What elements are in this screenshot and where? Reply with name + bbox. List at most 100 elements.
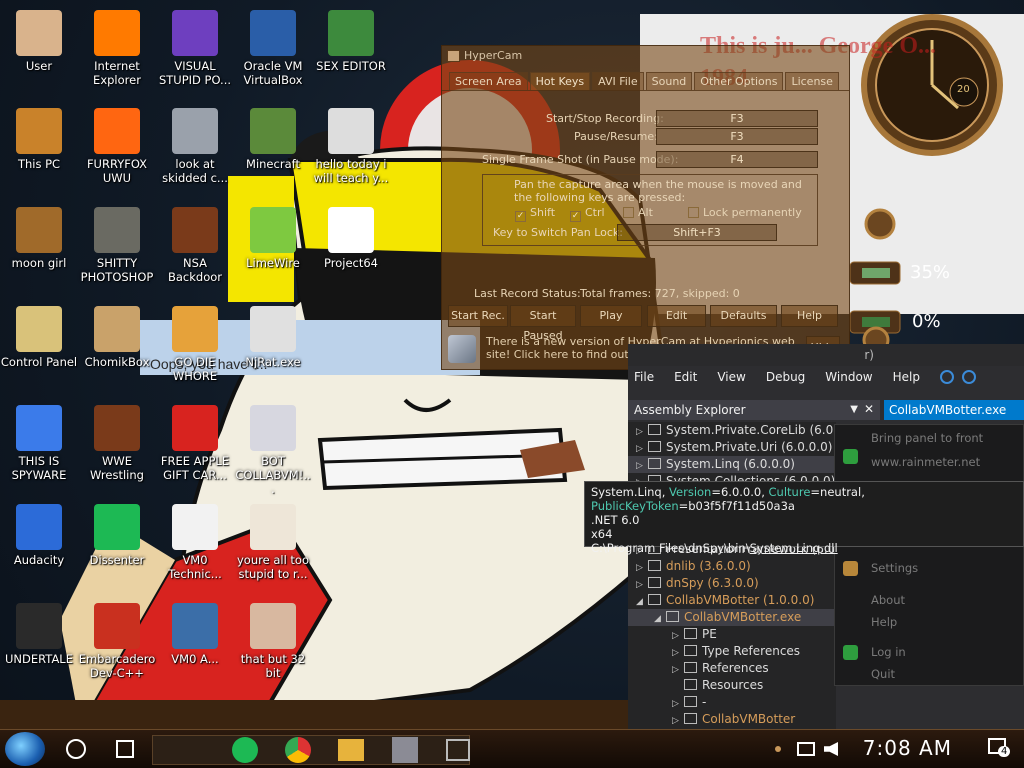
tab-sound[interactable]: Sound — [645, 72, 693, 90]
desktop-icon-22[interactable]: FREE APPLE GIFT CAR... — [156, 405, 234, 482]
copy-taskbar-icon[interactable] — [446, 739, 470, 761]
tree-node[interactable]: ▷ dnSpy (6.3.0.0) — [628, 575, 836, 592]
desktop-icon-27[interactable]: youre all too stupid to r... — [234, 504, 312, 581]
menu-help[interactable]: Help — [893, 370, 920, 384]
desktop-icon-30[interactable]: VM0 A... — [156, 603, 234, 666]
dropdown-arrow-icon[interactable]: ▼ — [850, 404, 858, 415]
desktop-icon-9[interactable]: Minecraft — [234, 108, 312, 171]
desktop-icon-11[interactable]: moon girl — [0, 207, 78, 270]
tab-screen-area[interactable]: Screen Area — [449, 72, 528, 90]
edit-button[interactable]: Edit — [647, 305, 706, 327]
desktop-icon-15[interactable]: Project64 — [312, 207, 390, 270]
desktop-icon-16[interactable]: Control Panel — [0, 306, 78, 369]
desktop-icon-19[interactable]: NjRat.exe — [234, 306, 312, 369]
start-rec-button[interactable]: Start Rec. — [448, 305, 508, 327]
desktop-icon-3[interactable]: VISUAL STUPID PO... — [156, 10, 234, 87]
desktop-icon-18[interactable]: GO DIE WHORE — [156, 306, 234, 383]
desktop-icon-21[interactable]: WWE Wrestling — [78, 405, 156, 482]
start-paused-button[interactable]: Start Paused — [510, 305, 576, 342]
tree-node[interactable]: ▷ Type References — [628, 643, 836, 660]
start-button[interactable] — [5, 732, 45, 766]
tree-node[interactable]: Resources — [628, 677, 836, 694]
volume-icon[interactable] — [824, 742, 838, 756]
shift-checkbox[interactable]: ✓ Shift — [515, 206, 555, 222]
dissenter-taskbar-icon[interactable] — [232, 737, 258, 763]
desktop-icon-1[interactable]: User — [0, 10, 78, 73]
tree-node[interactable]: ▷ System.Private.Uri (6.0.0.0) — [628, 439, 836, 456]
close-icon[interactable]: ✕ — [864, 402, 874, 416]
desktop-icon-2[interactable]: Internet Explorer — [78, 10, 156, 87]
network-icon[interactable] — [797, 742, 815, 756]
desktop-icon-5[interactable]: SEX EDITOR — [312, 10, 390, 73]
back-icon[interactable] — [939, 370, 954, 384]
hypercam-taskbar-icon[interactable] — [392, 737, 418, 763]
menu-file[interactable]: File — [634, 370, 654, 384]
taskbar-search-area[interactable] — [152, 735, 470, 765]
tree-node[interactable]: ◢ CollabVMBotter.exe — [628, 609, 836, 626]
desktop-icon-28[interactable]: UNDERTALE — [0, 603, 78, 666]
desktop-icon-17[interactable]: ChomikBox — [78, 306, 156, 369]
tab-license[interactable]: License — [785, 72, 839, 90]
lock-permanently-checkbox[interactable]: Lock permanently — [688, 206, 802, 219]
help-button[interactable]: Help — [781, 305, 838, 327]
context-menu-item[interactable]: Bring panel to front — [871, 431, 983, 445]
desktop-icon-31[interactable]: that but 32 bit — [234, 603, 312, 680]
menu-view[interactable]: View — [717, 370, 745, 384]
tree-node[interactable]: ◢ CollabVMBotter (1.0.0.0) — [628, 592, 836, 609]
desktop-icon-14[interactable]: LimeWire — [234, 207, 312, 270]
desktop-icon-23[interactable]: BOT COLLABVM!... — [234, 405, 312, 496]
tree-node[interactable]: ▷ References — [628, 660, 836, 677]
action-center-button[interactable]: 4 — [986, 736, 1012, 762]
tab-hot-keys[interactable]: Hot Keys — [529, 72, 591, 90]
context-menu-item[interactable]: Settings — [871, 561, 918, 575]
file-explorer-taskbar-icon[interactable] — [338, 739, 364, 761]
context-menu-item[interactable]: Quit — [871, 667, 895, 681]
pause-resume-hotkey-field[interactable]: F3 — [656, 128, 818, 145]
desktop-icon-12[interactable]: SHITTY PHOTOSHOP — [78, 207, 156, 284]
tree-node[interactable]: ▷ dnlib (3.6.0.0) — [628, 558, 836, 575]
desktop-icon-10[interactable]: hello today i will teach y... — [312, 108, 390, 185]
defaults-button[interactable]: Defaults — [710, 305, 777, 327]
desktop-icon-6[interactable]: This PC — [0, 108, 78, 171]
play-button[interactable]: Play — [580, 305, 642, 327]
tab-avi-file[interactable]: AVI File — [592, 72, 644, 90]
desktop-icon-13[interactable]: NSA Backdoor — [156, 207, 234, 284]
desktop-icon-20[interactable]: THIS IS SPYWARE — [0, 405, 78, 482]
menu-window[interactable]: Window — [825, 370, 872, 384]
hypercam-window[interactable]: HyperCam Screen Area Hot Keys AVI File Soun… — [441, 45, 850, 370]
taskbar-clock[interactable]: 7:08 AM — [863, 736, 952, 760]
desktop-icon-7[interactable]: FURRYFOX UWU — [78, 108, 156, 185]
desktop-icon-25[interactable]: Dissenter — [78, 504, 156, 567]
forward-icon[interactable] — [961, 370, 976, 384]
tree-node[interactable]: ▷ PE — [628, 626, 836, 643]
document-tab-collabvmbotter[interactable]: CollabVMBotter.exe — [884, 400, 1024, 420]
desktop-icon-26[interactable]: VM0 Technic... — [156, 504, 234, 581]
tree-node[interactable]: ▷ CollabVMBotter — [628, 711, 836, 728]
cortana-icon[interactable] — [66, 739, 86, 759]
tray-chevron-icon[interactable] — [775, 746, 781, 752]
desktop-icon-24[interactable]: Audacity — [0, 504, 78, 567]
menu-edit[interactable]: Edit — [674, 370, 697, 384]
tree-node[interactable]: ▷ - — [628, 694, 836, 711]
chrome-taskbar-icon[interactable] — [285, 737, 311, 763]
desktop-icon-29[interactable]: Embarcadero Dev-C++ — [78, 603, 156, 680]
tree-node[interactable]: ▷System.Private.CoreLib (6.0.0.0) — [628, 422, 836, 439]
expand-arrow-icon[interactable]: ▷ — [672, 713, 684, 730]
menu-debug[interactable]: Debug — [766, 370, 805, 384]
tab-other-options[interactable]: Other Options — [694, 72, 784, 90]
tree-node[interactable]: ▷ System.Linq (6.0.0.0) — [628, 456, 836, 473]
task-view-icon[interactable] — [116, 740, 134, 758]
start-stop-hotkey-field[interactable]: F3 — [656, 110, 818, 127]
assembly-explorer-header[interactable]: Assembly Explorer ▼ ✕ — [628, 400, 880, 420]
desktop-icon-4[interactable]: Oracle VM VirtualBox — [234, 10, 312, 87]
ctrl-checkbox[interactable]: ✓ Ctrl — [570, 206, 605, 222]
context-menu-item[interactable]: Log in — [871, 645, 906, 659]
dnspy-titlebar[interactable]: r) — [628, 344, 1024, 366]
switch-pan-lock-field[interactable]: Shift+F3 — [617, 224, 777, 241]
hypercam-titlebar[interactable]: HyperCam — [442, 46, 849, 66]
context-menu-item[interactable]: www.rainmeter.net — [871, 455, 980, 469]
single-frame-hotkey-field[interactable]: F4 — [656, 151, 818, 168]
context-menu-item[interactable]: Help — [871, 615, 897, 629]
context-menu-item[interactable]: About — [871, 593, 905, 607]
desktop-icon-8[interactable]: look at skidded c... — [156, 108, 234, 185]
